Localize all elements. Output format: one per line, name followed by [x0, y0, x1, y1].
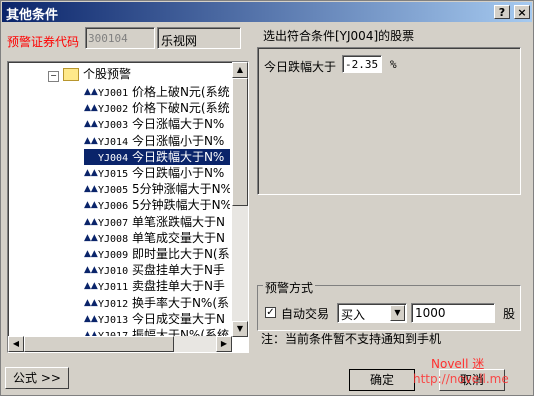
tree-item-label: 卖盘挂单大于N手 — [131, 279, 225, 294]
tree-item-yj006[interactable]: ▲▲YJ006 5分钟跌幅大于N% — [84, 197, 230, 213]
condition-icon: ▲▲ — [84, 249, 98, 259]
tree-item-yj012[interactable]: ▲▲YJ012 换手率大于N%(系 — [84, 295, 230, 311]
tree-item-yj011[interactable]: ▲▲YJ011 卖盘挂单大于N手 — [84, 278, 230, 294]
scroll-right-arrow-icon[interactable]: ▶ — [216, 336, 232, 352]
watermark-brand: Novell 迷 — [431, 357, 485, 371]
watermark-url: http://novell.me — [413, 372, 509, 386]
tree-item-label: 单笔涨跌幅大于N — [131, 214, 225, 229]
formula-button[interactable]: 公式 >> — [5, 367, 69, 389]
tree-item-label: 单笔成交量大于N — [131, 230, 225, 245]
tree-item-label: 今日跌幅大于N% — [131, 149, 225, 164]
dropdown-arrow-icon[interactable]: ▼ — [390, 305, 405, 321]
tree-item-yj009[interactable]: ▲▲YJ009 即时量比大于N(系 — [84, 246, 230, 262]
condition-icon: ▲▲ — [84, 168, 98, 178]
tree-item-code: YJ002 — [98, 104, 129, 116]
condition-icon: ▲▲ — [84, 265, 98, 276]
tree-item-yj010[interactable]: ▲▲YJ010 买盘挂单大于N手 — [84, 262, 230, 278]
condition-icon: ▲▲ — [84, 119, 98, 130]
tree-item-code: YJ009 — [98, 250, 129, 261]
tree-item-label: 今日成交量大于N — [131, 311, 225, 326]
horizontal-scroll-thumb[interactable] — [24, 336, 174, 352]
tree-item-code: YJ004 — [98, 152, 129, 164]
tree-item-label: 今日涨幅大于N% — [131, 117, 225, 132]
tree-item-code: YJ008 — [98, 233, 129, 245]
tree-item-label: 即时量比大于N(系 — [131, 247, 230, 261]
tree-item-label: 价格上破N元(系统 — [131, 85, 230, 99]
tree-item-yj014[interactable]: ▲▲YJ014 今日涨幅小于N% — [84, 133, 230, 149]
stock-name-field: 乐视网 — [157, 27, 241, 49]
tree-item-code: YJ013 — [98, 314, 129, 326]
tree-item-code: YJ003 — [98, 120, 129, 132]
condition-tree[interactable]: − 个股预警 ▲▲YJ001 价格上破N元(系统 ▲▲YJ002 价格下破N元(系统… — [7, 61, 249, 353]
tree-item-code: YJ006 — [98, 201, 129, 213]
condition-icon: ▲▲ — [84, 216, 98, 227]
tree-item-yj001[interactable]: ▲▲YJ001 价格上破N元(系统 — [84, 84, 230, 100]
tree-item-code: YJ010 — [98, 266, 129, 278]
tree-item-code: YJ011 — [98, 282, 129, 294]
tree-item-yj007[interactable]: ▲▲YJ007 单笔涨跌幅大于N — [84, 214, 230, 230]
tree-item-yj008[interactable]: ▲▲YJ008 单笔成交量大于N — [84, 230, 230, 246]
trade-direction-select[interactable]: 买入 ▼ — [337, 303, 407, 323]
tree-item-label: 5分钟跌幅大于N% — [131, 198, 230, 213]
tree-group-label: 个股预警 — [83, 67, 132, 81]
trade-direction-value: 买入 — [341, 308, 366, 322]
tree-group-stock-alert[interactable]: − 个股预警 — [48, 66, 131, 82]
tree-item-code: YJ014 — [98, 136, 129, 148]
tree-item-label: 今日涨幅小于N% — [131, 133, 225, 148]
tree-item-label: 价格下破N元(系统 — [131, 101, 230, 116]
condition-label: 今日跌幅大于 — [264, 60, 337, 74]
auto-trade-checkbox[interactable]: ✓ — [265, 307, 276, 318]
tree-item-yj004[interactable]: ▲▲YJ004 今日跌幅大于N% — [84, 148, 230, 165]
window-title: 其他条件 — [6, 8, 59, 23]
quantity-input[interactable]: 1000 — [411, 303, 495, 323]
condition-panel: 今日跌幅大于 -2.35 % — [257, 47, 521, 195]
condition-icon: ▲▲ — [84, 313, 98, 324]
tree-item-yj013[interactable]: ▲▲YJ013 今日成交量大于N — [84, 311, 230, 327]
tree-vertical-scrollbar[interactable]: ▲ ▼ — [232, 62, 248, 337]
condition-icon: ▲▲ — [84, 232, 98, 243]
tree-horizontal-scrollbar[interactable]: ◀ ▶ — [8, 336, 232, 352]
stock-code-field[interactable]: 300104 — [85, 27, 155, 49]
folder-icon — [63, 68, 79, 81]
help-button[interactable]: ? — [494, 5, 510, 19]
condition-icon: ▲▲ — [84, 103, 98, 114]
other-conditions-dialog: 其他条件 ? × 预警证券代码 300104 乐视网 − 个股预警 ▲▲YJ001… — [0, 0, 534, 396]
condition-icon: ▲▲ — [84, 281, 98, 292]
alert-code-label: 预警证券代码 — [7, 35, 80, 49]
tree-item-code: YJ007 — [98, 217, 129, 229]
scroll-up-arrow-icon[interactable]: ▲ — [232, 62, 248, 78]
title-bar[interactable]: 其他条件 ? × — [2, 2, 532, 23]
scroll-left-arrow-icon[interactable]: ◀ — [8, 336, 24, 352]
tree-item-label: 5分钟涨幅大于N% — [131, 182, 230, 197]
tree-item-yj015[interactable]: ▲▲YJ015 今日跌幅小于N% — [84, 165, 230, 181]
tree-item-label: 今日跌幅小于N% — [131, 166, 225, 180]
condition-icon: ▲▲ — [84, 135, 98, 146]
tree-item-code: YJ005 — [98, 185, 129, 197]
phone-notice: 注：当前条件暂不支持通知到手机 — [261, 332, 442, 346]
ok-button[interactable]: 确定 — [349, 369, 415, 391]
condition-icon: ▲▲ — [84, 151, 98, 162]
condition-unit: % — [390, 58, 397, 71]
tree-item-yj003[interactable]: ▲▲YJ003 今日涨幅大于N% — [84, 116, 230, 132]
expand-minus-icon[interactable]: − — [48, 71, 59, 82]
tree-item-yj005[interactable]: ▲▲YJ005 5分钟涨幅大于N% — [84, 181, 230, 197]
condition-icon: ▲▲ — [84, 184, 98, 195]
condition-value-input[interactable]: -2.35 — [342, 55, 382, 73]
tree-item-code: YJ012 — [98, 298, 129, 310]
alert-method-label: 预警方式 — [263, 279, 316, 296]
auto-trade-label: 自动交易 — [281, 307, 330, 321]
selection-heading: 选出符合条件[YJ004]的股票 — [263, 29, 415, 43]
vertical-scroll-thumb[interactable] — [232, 78, 248, 206]
scroll-down-arrow-icon[interactable]: ▼ — [232, 321, 248, 337]
condition-icon: ▲▲ — [84, 87, 98, 97]
quantity-unit: 股 — [503, 307, 516, 321]
tree-item-code: YJ015 — [98, 169, 129, 180]
condition-icon: ▲▲ — [84, 297, 98, 308]
tree-item-code: YJ001 — [98, 88, 129, 99]
close-button[interactable]: × — [514, 5, 530, 19]
tree-item-label: 买盘挂单大于N手 — [131, 263, 225, 278]
condition-icon: ▲▲ — [84, 200, 98, 211]
tree-item-yj002[interactable]: ▲▲YJ002 价格下破N元(系统 — [84, 100, 230, 116]
tree-item-label: 换手率大于N%(系 — [131, 295, 229, 310]
